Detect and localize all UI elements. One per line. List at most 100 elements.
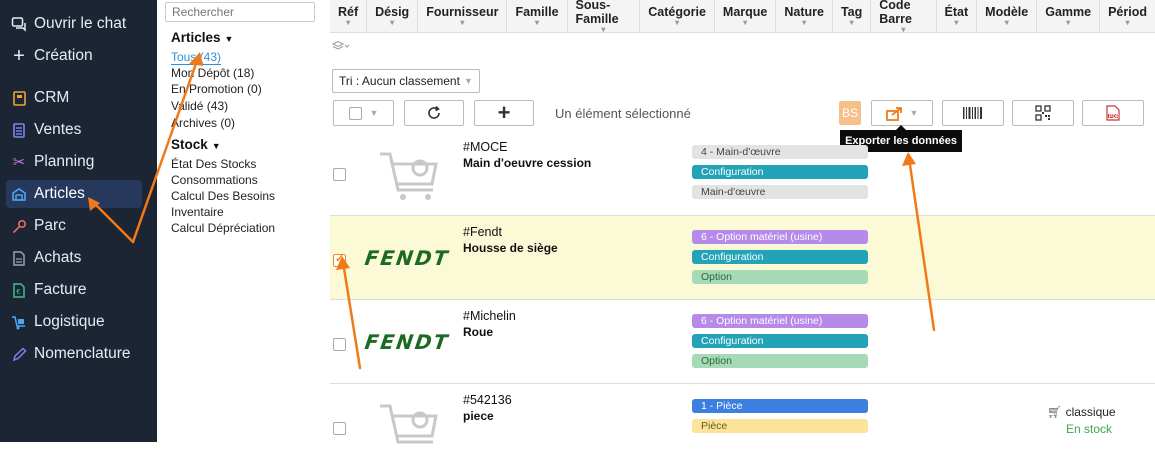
submenu-item-calcul-depreciation[interactable]: Calcul Dépréciation (171, 221, 275, 235)
column-header[interactable]: Périod ▾ (1100, 0, 1155, 32)
submenu-item-valide[interactable]: Validé (43) (171, 99, 228, 113)
barcode-button[interactable] (942, 100, 1004, 126)
fendt-logo: FENDT (363, 330, 451, 354)
nav-item-parc[interactable]: Parc (6, 212, 142, 240)
svg-text:€: € (16, 288, 20, 296)
nav-item-nomenclature[interactable]: Nomenclature (6, 340, 142, 368)
nav-label: Ouvrir le chat (34, 15, 127, 32)
nature-tag: Pièce (692, 419, 868, 433)
column-header[interactable]: Fournisseur ▾ (418, 0, 508, 32)
column-header[interactable]: Désig ▾ (367, 0, 419, 32)
dropdown-arrow-icon: ▾ (1004, 18, 1009, 27)
export-icon (885, 106, 902, 121)
dropdown-arrow-icon: ▾ (675, 18, 680, 27)
pdf-button[interactable]: PDF (1082, 100, 1144, 126)
refresh-icon (428, 105, 440, 119)
submenu-item-calcul-besoins[interactable]: Calcul Des Besoins (171, 189, 275, 203)
column-label: Périod (1108, 5, 1147, 19)
submenu-item-tous[interactable]: Tous (43) (171, 50, 222, 65)
type-label: classique (1065, 405, 1116, 419)
sort-select[interactable]: Tri : Aucun classement ▼ (332, 69, 480, 93)
articles-heading-label: Articles (171, 30, 221, 45)
row-checkbox-checked[interactable] (333, 252, 346, 267)
category-tag: Configuration (692, 165, 868, 179)
table-row[interactable]: FENDT #Michelin Roue 6 - Option matériel… (330, 300, 1155, 384)
column-header[interactable]: Sous-Famille ▾ (568, 0, 641, 34)
nav-label: Nomenclature (34, 345, 131, 362)
article-name[interactable]: Roue (463, 325, 493, 339)
table-row[interactable]: #542136 piece 1 - Pièce Pièce 🛒︎ classiq… (330, 384, 1155, 444)
crm-icon (10, 89, 28, 107)
nav-item-achats[interactable]: Achats (6, 244, 142, 272)
column-label: Modèle (985, 5, 1029, 19)
pdf-label: PDF (1109, 114, 1119, 120)
column-header[interactable]: Marque ▾ (715, 0, 777, 32)
nav-item-chat[interactable]: Ouvrir le chat (6, 10, 142, 38)
articles-submenu: Articles▼ Tous (43) Mon Dépôt (18) En Pr… (157, 0, 322, 442)
nav-label: Planning (34, 153, 95, 170)
row-checkbox[interactable] (333, 422, 346, 435)
dropdown-arrow-icon: ▾ (1125, 18, 1130, 27)
nav-item-crm[interactable]: CRM (6, 84, 142, 112)
column-header[interactable]: Nature ▾ (776, 0, 833, 32)
nav-item-logistique[interactable]: Logistique (6, 308, 142, 336)
table-row[interactable]: #MOCE Main d'oeuvre cession 4 - Main-d'œ… (330, 132, 1155, 216)
column-label: Fournisseur (426, 5, 499, 19)
family-tag: 6 - Option matériel (usine) (692, 230, 868, 244)
row-checkbox[interactable] (333, 338, 346, 351)
articles-icon (10, 185, 28, 203)
stock-heading[interactable]: Stock ▼ (171, 137, 221, 152)
table-row[interactable]: FENDT #Fendt Housse de siège 6 - Option … (330, 216, 1155, 300)
pen-icon (10, 345, 28, 363)
article-ref[interactable]: #Michelin (463, 309, 516, 323)
stock-heading-label: Stock (171, 137, 208, 152)
nav-item-planning[interactable]: ✂ Planning (6, 148, 142, 176)
nav-item-creation[interactable]: + Création (6, 42, 142, 70)
article-name[interactable]: piece (463, 409, 494, 423)
article-ref[interactable]: #MOCE (463, 140, 507, 154)
submenu-item-consommations[interactable]: Consommations (171, 173, 258, 187)
nav-label: Ventes (34, 121, 82, 138)
row-checkbox[interactable] (333, 168, 346, 181)
layers-icon[interactable] (331, 40, 350, 55)
article-ref[interactable]: #542136 (463, 393, 512, 407)
dropdown-arrow-icon: ▾ (901, 25, 906, 34)
column-header[interactable]: Code Barre ▾ (871, 0, 937, 34)
column-header[interactable]: Réf ▾ (330, 0, 368, 32)
add-article-button[interactable]: + (474, 100, 534, 126)
articles-list-panel: Réf ▾ Désig ▾ Fournisseur ▾ Famille ▾ Sous-F… (322, 0, 1155, 444)
nav-label: Achats (34, 249, 82, 266)
submenu-item-inventaire[interactable]: Inventaire (171, 205, 224, 219)
nav-item-facture[interactable]: € Facture (6, 276, 142, 304)
nav-item-ventes[interactable]: Ventes (6, 116, 142, 144)
articles-heading[interactable]: Articles ▼ (171, 30, 233, 45)
submenu-item-etat-stocks[interactable]: État Des Stocks (171, 157, 256, 171)
column-header[interactable]: Tag ▾ (833, 0, 872, 32)
submenu-item-promotion[interactable]: En Promotion (0) (171, 82, 262, 96)
dropdown-arrow-icon: ▾ (1066, 18, 1071, 27)
column-header[interactable]: Famille ▾ (507, 0, 568, 32)
export-button[interactable]: ▼ (871, 100, 933, 126)
article-name[interactable]: Main d'oeuvre cession (463, 156, 591, 170)
column-header[interactable]: État ▾ (937, 0, 978, 32)
column-label: Code Barre (879, 0, 912, 26)
dropdown-arrow-icon: ▾ (460, 18, 465, 27)
bs-button[interactable]: BS (839, 101, 861, 125)
nav-item-articles[interactable]: Articles (6, 180, 142, 208)
column-header[interactable]: Modèle ▾ (977, 0, 1038, 32)
sales-icon (10, 121, 28, 139)
search-input[interactable] (165, 2, 315, 22)
refresh-button[interactable] (404, 100, 464, 126)
category-tag: Configuration (692, 334, 868, 348)
article-ref[interactable]: #Fendt (463, 225, 502, 239)
family-tag: 6 - Option matériel (usine) (692, 314, 868, 328)
article-name[interactable]: Housse de siège (463, 241, 558, 255)
submenu-item-archives[interactable]: Archives (0) (171, 116, 235, 130)
qr-code-button[interactable] (1012, 100, 1074, 126)
select-all-dropdown[interactable]: ▼ (333, 100, 394, 126)
column-header[interactable]: Catégorie ▾ (640, 0, 715, 32)
submenu-item-mon-depot[interactable]: Mon Dépôt (18) (171, 66, 254, 80)
dropdown-arrow-icon: ▾ (802, 18, 807, 27)
column-header[interactable]: Gamme ▾ (1037, 0, 1101, 32)
planning-icon: ✂ (12, 154, 26, 171)
